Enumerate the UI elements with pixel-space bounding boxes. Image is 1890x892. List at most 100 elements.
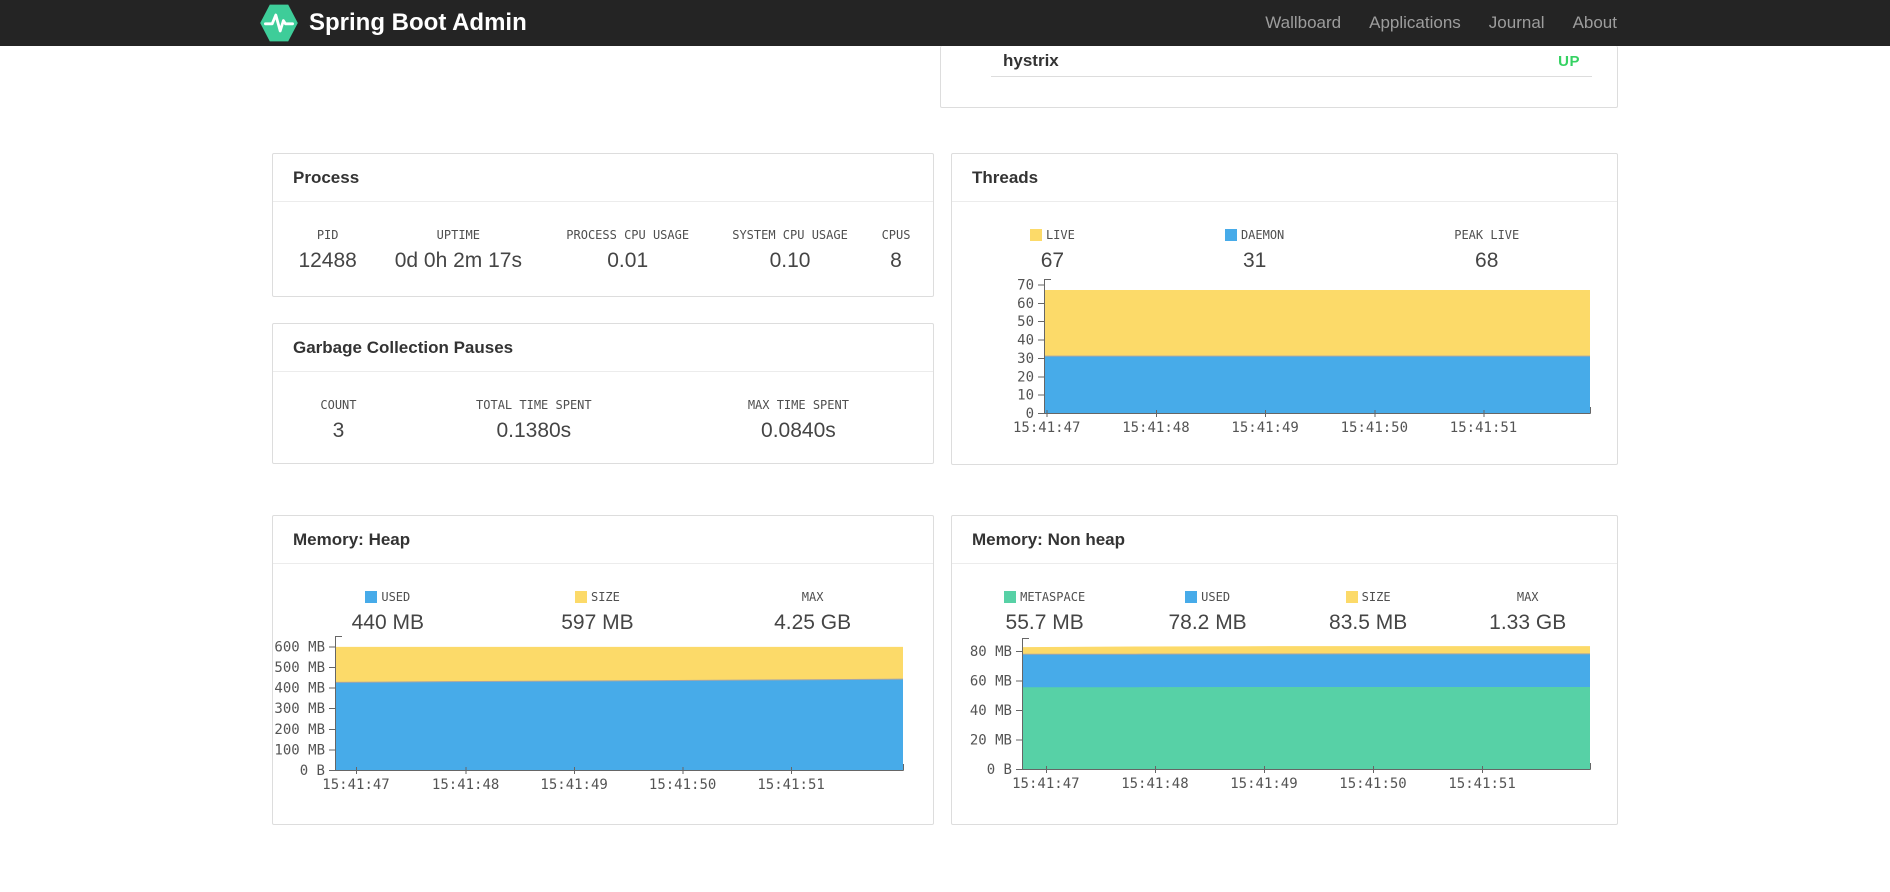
x-axis-tick-label: 15:41:47 xyxy=(1013,420,1080,436)
stat: MAX 4.25 GB xyxy=(702,590,923,635)
stat-label: PID xyxy=(316,228,339,242)
brand[interactable]: Spring Boot Admin xyxy=(259,3,527,43)
nav-links: Wallboard Applications Journal About xyxy=(1251,13,1631,33)
stat-value: 597 MB xyxy=(561,611,634,634)
memory-nonheap-panel: Memory: Non heap METASPACE 55.7 MB USED 78.… xyxy=(951,515,1618,825)
series-area-metaspace xyxy=(1022,687,1590,769)
y-axis-tick-label: 0 B xyxy=(300,763,325,779)
stat: USED 78.2 MB xyxy=(1127,590,1288,635)
stat-value: 0.10 xyxy=(769,249,811,272)
stat-label: COUNT xyxy=(320,398,357,412)
process-panel: Process PID 12488 UPTIME 0d 0h 2m 17s PROCES… xyxy=(272,153,934,297)
health-item-name: hystrix xyxy=(1003,51,1059,70)
stat-value: 55.7 MB xyxy=(1005,611,1084,634)
stat-value: 83.5 MB xyxy=(1329,611,1408,634)
stat-label: PROCESS CPU USAGE xyxy=(566,228,690,242)
gc-stats: COUNT 3 TOTAL TIME SPENT 0.1380s MAX TIME SP… xyxy=(273,372,933,443)
legend-swatch-icon xyxy=(1224,229,1237,241)
x-axis-tick-label: 15:41:51 xyxy=(1448,776,1515,792)
y-axis-tick-label: 500 MB xyxy=(274,660,325,676)
nav-link-applications[interactable]: Applications xyxy=(1355,13,1475,33)
threads-area-chart: 0 10 20 30 40 50 60 70 15:41:47 15:41:48 15:41:49 1… xyxy=(952,279,1617,437)
stat-value: 68 xyxy=(1475,249,1499,272)
stat-label: MAX xyxy=(1516,590,1539,604)
heap-area-chart: 0 B 100 MB 200 MB 300 MB 400 MB 500 MB 600 MB 1… xyxy=(273,636,933,794)
stat-label: UPTIME xyxy=(436,228,481,242)
heap-stats: USED 440 MB SIZE 597 MB MAX 4.25 GB xyxy=(273,564,933,635)
nav-link-about[interactable]: About xyxy=(1559,13,1631,33)
memory-heap-panel: Memory: Heap USED 440 MB SIZE 597 MB MAX 4.25… xyxy=(272,515,934,825)
stat-label: SIZE xyxy=(501,590,695,604)
x-axis-tick-label: 15:41:49 xyxy=(540,777,607,793)
stat-value: 78.2 MB xyxy=(1168,611,1247,634)
y-axis-tick-label: 40 xyxy=(1017,333,1034,349)
gc-panel: Garbage Collection Pauses COUNT 3 TOTAL TI… xyxy=(272,323,934,464)
nonheap-stats: METASPACE 55.7 MB USED 78.2 MB SIZE 83.5 MB MA… xyxy=(952,564,1617,635)
stat-label: LIVE xyxy=(970,228,1135,242)
stat: MAX 1.33 GB xyxy=(1448,590,1607,635)
x-axis-tick-label: 15:41:50 xyxy=(1339,776,1406,792)
stat-value: 1.33 GB xyxy=(1489,611,1567,634)
stat-label: USED xyxy=(291,590,485,604)
nav-link-journal[interactable]: Journal xyxy=(1475,13,1559,33)
threads-chart-svg: 01020304050607015:41:47 15:41:48 15:41:49 1… xyxy=(1013,279,1591,436)
stat: PEAK LIVE 68 xyxy=(1366,228,1607,273)
stat-label: MAX TIME SPENT xyxy=(747,398,849,412)
stat-value: 31 xyxy=(1242,249,1267,272)
stat-label: SYSTEM CPU USAGE xyxy=(732,228,848,242)
y-axis-tick-label: 400 MB xyxy=(274,681,325,697)
panel-title: Garbage Collection Pauses xyxy=(273,324,933,372)
y-axis-tick-label: 20 xyxy=(1017,369,1034,385)
y-axis-tick-label: 80 MB xyxy=(970,644,1012,660)
y-axis-tick-label: 50 xyxy=(1017,314,1034,330)
legend-swatch-icon xyxy=(1004,591,1017,603)
stat-value: 0.0840s xyxy=(761,419,836,442)
nonheap-chart-svg: 0 B 20 MB 40 MB 60 MB 80 MB 15:41:47 15:41:48 1… xyxy=(970,638,1591,792)
stat: DAEMON 31 xyxy=(1143,228,1367,273)
brand-title: Spring Boot Admin xyxy=(309,9,527,36)
y-axis-tick-label: 40 MB xyxy=(970,703,1012,719)
stat: COUNT 3 xyxy=(283,398,394,443)
stat-value: 12488 xyxy=(298,249,357,272)
stat-label: TOTAL TIME SPENT xyxy=(476,398,592,412)
stat-label: USED xyxy=(1135,590,1280,604)
stat: LIVE 67 xyxy=(962,228,1143,273)
stat: UPTIME 0d 0h 2m 17s xyxy=(372,228,544,273)
threads-stats: LIVE 67 DAEMON 31 PEAK LIVE 68 xyxy=(952,202,1617,273)
y-axis-tick-label: 200 MB xyxy=(274,722,325,738)
panel-title: Memory: Non heap xyxy=(952,516,1617,564)
series-area-used xyxy=(335,679,903,770)
spring-boot-admin-logo-icon xyxy=(259,3,299,43)
stat-value: 0.1380s xyxy=(496,419,572,442)
stat-value: 0.01 xyxy=(607,249,649,272)
health-status-badge: UP xyxy=(1558,52,1580,70)
legend-swatch-icon xyxy=(1185,591,1198,603)
nav-link-wallboard[interactable]: Wallboard xyxy=(1251,13,1355,33)
x-axis-tick-label: 15:41:51 xyxy=(1450,420,1517,436)
stat-value: 8 xyxy=(890,249,902,272)
stat-value: 440 MB xyxy=(351,611,424,634)
y-axis-tick-label: 600 MB xyxy=(274,639,325,655)
main-content: hystrix UP Process PID 12488 UPTIME 0d 0h 2… xyxy=(272,0,1618,892)
stat-label: CPUS xyxy=(881,228,911,242)
stat-value: 4.25 GB xyxy=(774,611,852,634)
legend-swatch-icon xyxy=(1029,229,1042,241)
stat-label: PEAK LIVE xyxy=(1454,228,1520,242)
stat: MAX TIME SPENT 0.0840s xyxy=(674,398,923,443)
stat-label: SIZE xyxy=(1296,590,1441,604)
stat: CPUS 8 xyxy=(869,228,923,273)
legend-swatch-icon xyxy=(1345,591,1358,603)
y-axis-tick-label: 60 MB xyxy=(970,674,1012,690)
stat: USED 440 MB xyxy=(283,590,493,635)
stat-label: DAEMON xyxy=(1151,228,1359,242)
health-row-hystrix[interactable]: hystrix UP xyxy=(991,46,1592,77)
stat: PID 12488 xyxy=(283,228,372,273)
stat: PROCESS CPU USAGE 0.01 xyxy=(544,228,711,273)
health-panel: hystrix UP xyxy=(940,46,1618,108)
x-axis-tick-label: 15:41:49 xyxy=(1231,420,1298,436)
x-axis-tick-label: 15:41:48 xyxy=(1121,776,1188,792)
x-axis-tick-label: 15:41:49 xyxy=(1230,776,1297,792)
y-axis-tick-label: 30 xyxy=(1017,351,1034,367)
legend-swatch-icon xyxy=(365,591,378,603)
panel-title: Threads xyxy=(952,154,1617,202)
